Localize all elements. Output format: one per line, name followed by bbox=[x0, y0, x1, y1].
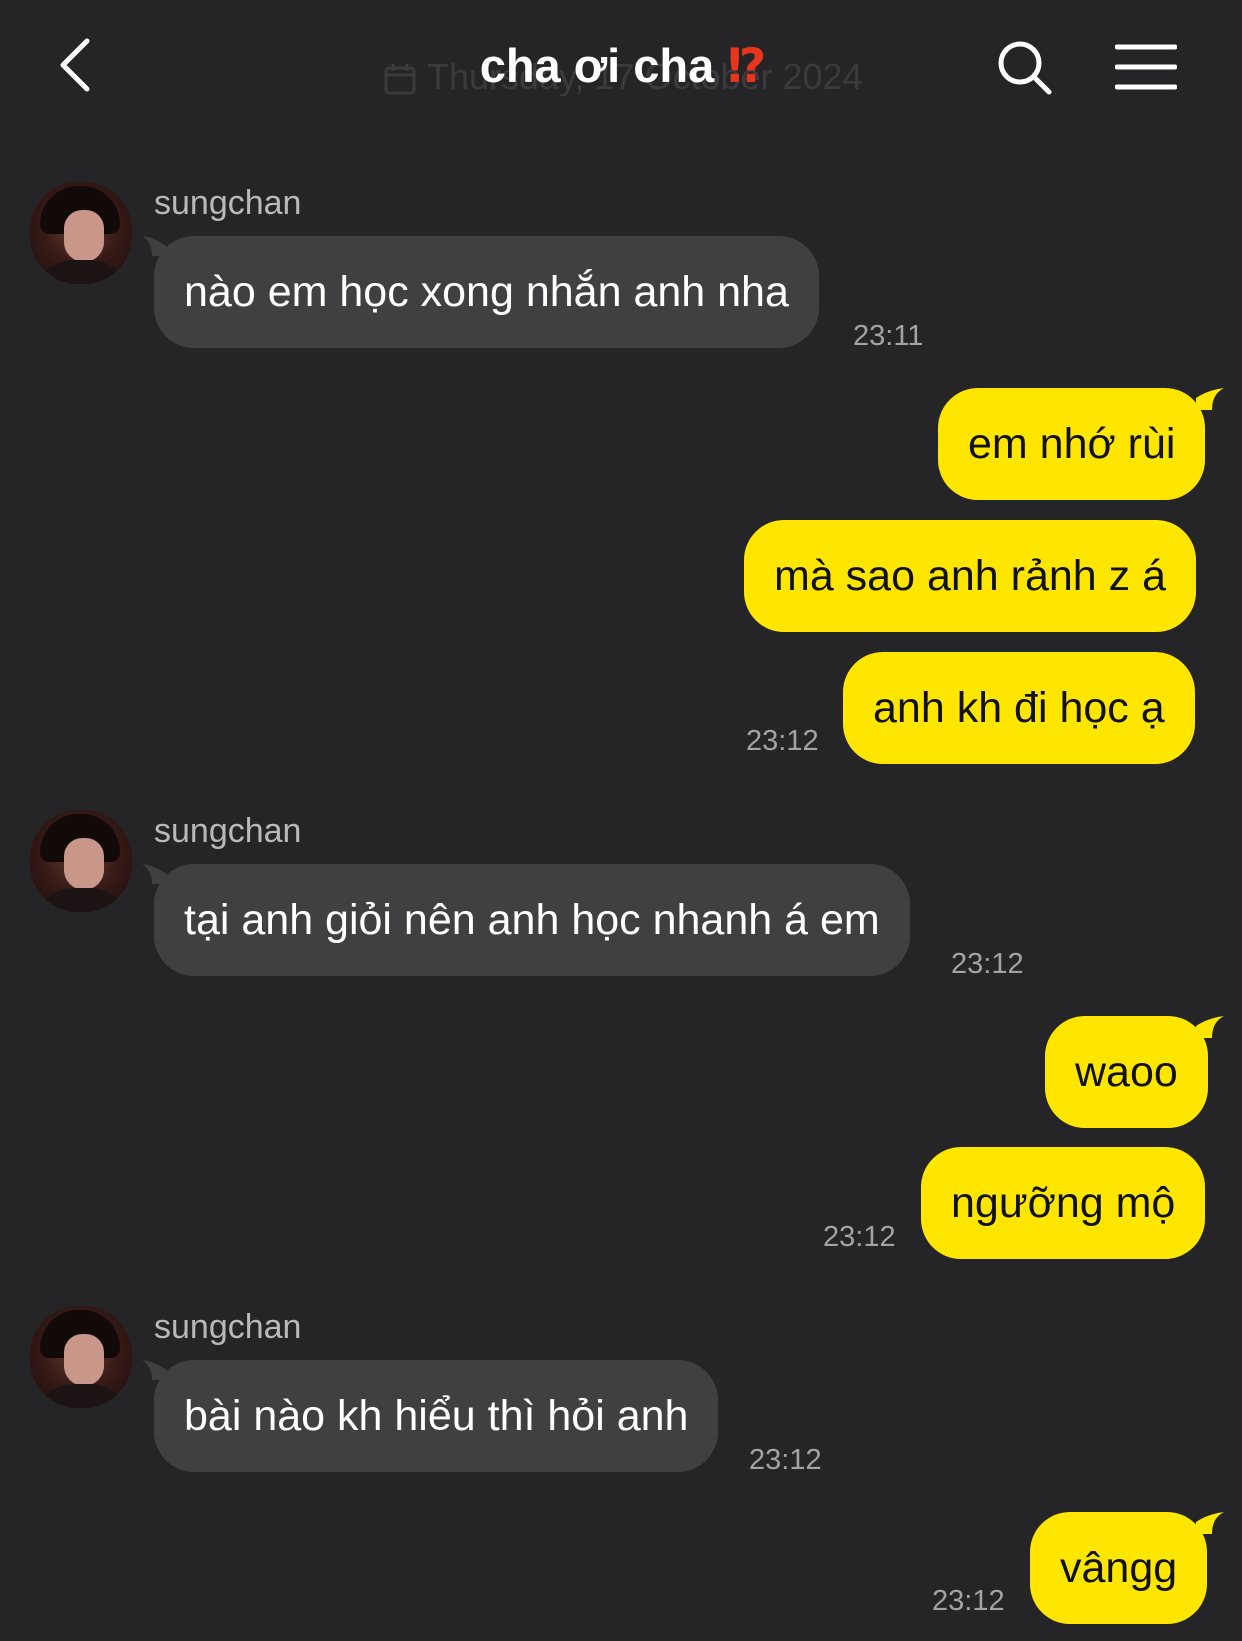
exclamation-question-icon: ⁉ bbox=[727, 39, 766, 92]
message-bubble-outgoing[interactable]: em nhớ rùi bbox=[938, 388, 1206, 500]
chat-title: cha ơi cha ⁉ bbox=[0, 38, 1242, 94]
message-timestamp: 23:11 bbox=[853, 320, 924, 352]
sender-name: sungchan bbox=[154, 1308, 302, 1346]
message-bubble-outgoing[interactable]: anh kh đi học ạ bbox=[843, 652, 1195, 764]
message-bubble-outgoing[interactable]: waoo bbox=[1045, 1016, 1208, 1128]
avatar[interactable] bbox=[30, 182, 132, 284]
message-bubble-outgoing[interactable]: mà sao anh rảnh z á bbox=[744, 520, 1197, 632]
bubble-tail bbox=[1196, 388, 1224, 410]
message-bubble-outgoing[interactable]: vângg bbox=[1030, 1512, 1208, 1624]
sender-name: sungchan bbox=[154, 184, 302, 222]
message-timestamp: 23:12 bbox=[932, 1585, 1005, 1617]
message-bubble-incoming[interactable]: bài nào kh hiểu thì hỏi anh bbox=[154, 1360, 719, 1472]
message-timestamp: 23:12 bbox=[951, 948, 1024, 980]
message-timestamp: 23:12 bbox=[749, 1444, 822, 1476]
avatar[interactable] bbox=[30, 1306, 132, 1408]
message-timestamp: 23:12 bbox=[746, 725, 819, 757]
message-bubble-outgoing[interactable]: ngưỡng mộ bbox=[921, 1147, 1206, 1259]
avatar[interactable] bbox=[30, 810, 132, 912]
message-bubble-incoming[interactable]: nào em học xong nhắn anh nha bbox=[154, 236, 819, 348]
chat-header: Thursday, 17 October 2024 cha ơi cha ⁉ bbox=[0, 0, 1242, 130]
chat-title-text: cha ơi cha bbox=[479, 39, 715, 92]
sender-name: sungchan bbox=[154, 812, 302, 850]
message-timestamp: 23:12 bbox=[823, 1221, 896, 1253]
message-bubble-incoming[interactable]: tại anh giỏi nên anh học nhanh á em bbox=[154, 864, 910, 976]
